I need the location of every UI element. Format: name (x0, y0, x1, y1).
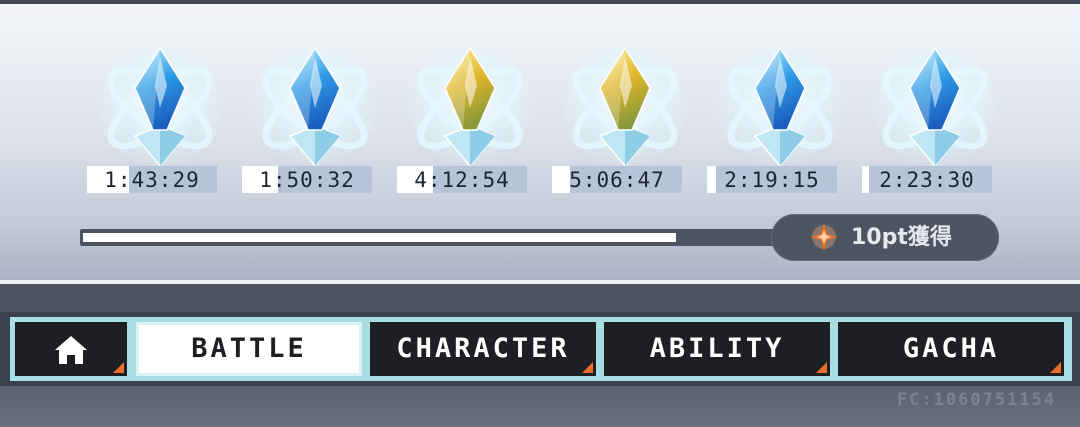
tab-ability[interactable]: ABILITY (604, 322, 830, 376)
crystal-timer-5: 2:19:15 (707, 166, 837, 193)
reward-badge[interactable]: 10pt獲得 (771, 214, 999, 261)
tab-battle-label: BATTLE (191, 333, 307, 364)
crystal-slot-4[interactable] (560, 38, 690, 178)
timer-text: 1:50:32 (259, 168, 355, 192)
crystal-slot-5[interactable] (715, 38, 845, 178)
crystal-icon (718, 44, 842, 168)
star-crystal-icon (810, 223, 838, 251)
crystal-slot-3[interactable] (405, 38, 535, 178)
separator-strip (0, 284, 1080, 312)
timer-text: 2:19:15 (724, 168, 820, 192)
point-progress-bar (80, 229, 800, 246)
corner-marker (1050, 362, 1061, 373)
crystal-slot-2[interactable] (250, 38, 380, 178)
crystal-icon (98, 44, 222, 168)
point-progress-fill (83, 233, 676, 242)
timer-text: 2:23:30 (879, 168, 975, 192)
crystal-timer-3: 4:12:54 (397, 166, 527, 193)
crystal-icon (253, 44, 377, 168)
crystal-icon (873, 44, 997, 168)
friend-code: FC:1060751154 (896, 390, 1056, 410)
corner-marker (816, 362, 827, 373)
reward-label: 10pt獲得 (851, 225, 952, 250)
crystal-timer-1: 1:43:29 (87, 166, 217, 193)
crystal-icon (408, 44, 532, 168)
crystal-timer-6: 2:23:30 (862, 166, 992, 193)
crystal-timer-4: 5:06:47 (552, 166, 682, 193)
tab-character[interactable]: CHARACTER (370, 322, 596, 376)
tab-battle[interactable]: BATTLE (136, 322, 362, 376)
tab-gacha[interactable]: GACHA (838, 322, 1064, 376)
crystal-icon (563, 44, 687, 168)
home-icon (55, 336, 87, 364)
timer-text: 5:06:47 (569, 168, 665, 192)
crystal-slot-6[interactable] (870, 38, 1000, 178)
home-button[interactable] (15, 322, 127, 376)
timer-text: 4:12:54 (414, 168, 510, 192)
crystal-slot-1[interactable] (95, 38, 225, 178)
tab-character-label: CHARACTER (396, 333, 570, 364)
timer-text: 1:43:29 (104, 168, 200, 192)
tab-gacha-label: GACHA (902, 333, 1000, 364)
corner-marker (113, 362, 124, 373)
corner-marker (582, 362, 593, 373)
tab-ability-label: ABILITY (649, 333, 785, 364)
crystal-timer-2: 1:50:32 (242, 166, 372, 193)
